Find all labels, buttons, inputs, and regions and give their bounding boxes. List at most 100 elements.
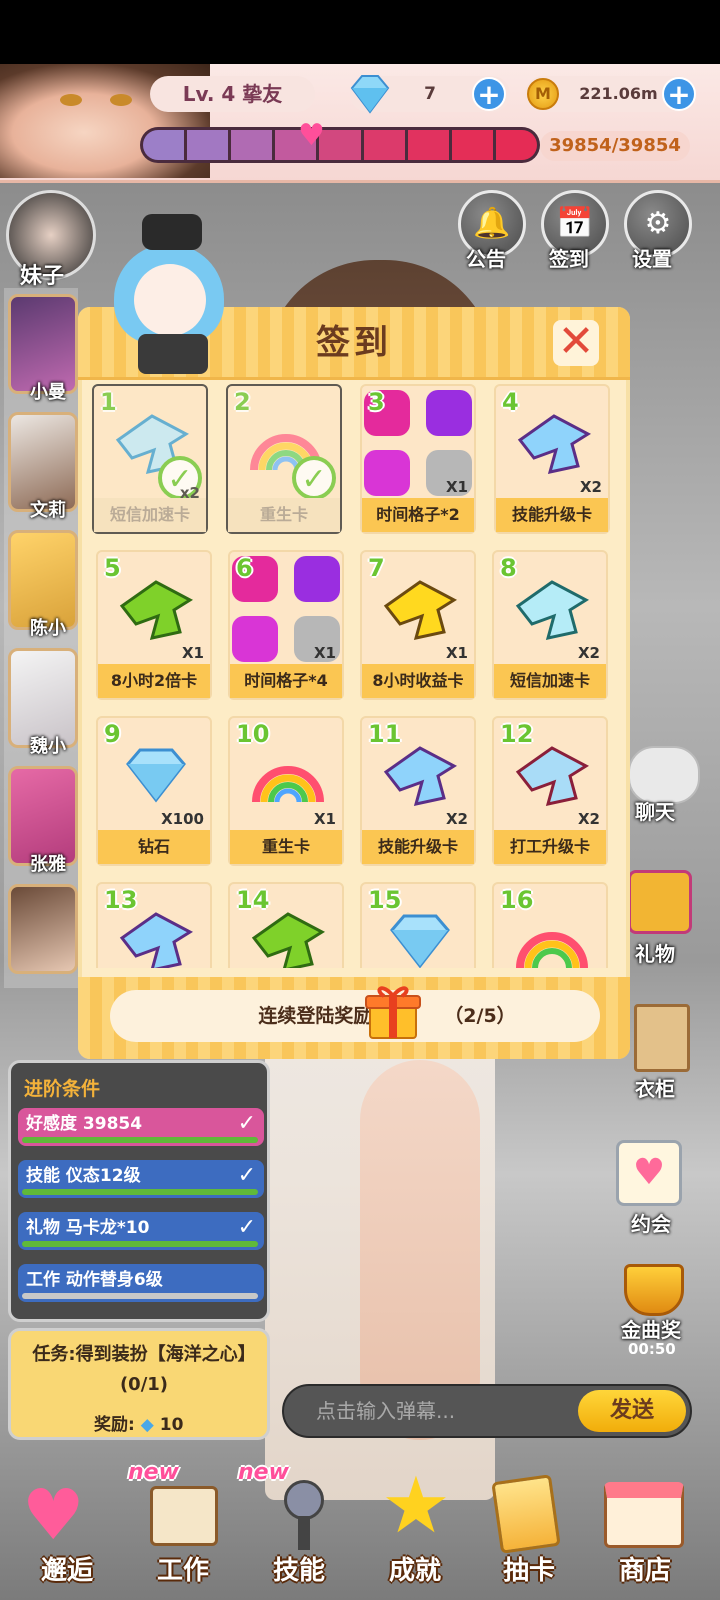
close-button[interactable]: ✕ — [553, 320, 599, 366]
nav-label: 抽卡 — [502, 1556, 555, 1586]
streak-reward-label: 连续登陆奖励: — [258, 1005, 380, 1027]
mascot-character — [104, 214, 234, 374]
checkin-day-15[interactable]: 15 — [360, 882, 476, 968]
double-income-card-icon — [119, 580, 194, 640]
add-gems-button[interactable]: + — [472, 77, 506, 111]
time-slot-icon — [426, 390, 472, 436]
affinity-value: 39854/39854 — [540, 131, 690, 161]
checkin-day-13[interactable]: 13 — [96, 882, 212, 968]
diamond-icon — [390, 914, 450, 968]
checkin-day-2[interactable]: 2 ✓ 重生卡 — [226, 384, 342, 534]
checkin-day-10[interactable]: 10 X1 重生卡 — [228, 716, 344, 866]
eye-icon — [110, 94, 132, 106]
nav-shop[interactable]: 商店 — [590, 1472, 700, 1586]
checkin-day-11[interactable]: 11 X2 技能升级卡 — [360, 716, 476, 866]
checkmark-icon: ✓ — [237, 1111, 256, 1136]
checkin-day-3[interactable]: 3 X1 时间格子*2 — [360, 384, 476, 534]
cards-icon — [491, 1474, 561, 1554]
reward-count: X1 — [313, 810, 336, 828]
nav-label: 邂逅 — [40, 1556, 93, 1586]
income-card-icon — [383, 580, 458, 640]
skill-upgrade-card-icon — [517, 414, 592, 474]
heart-icon: ♥ — [298, 118, 325, 153]
date-icon[interactable]: ♥ — [616, 1140, 682, 1206]
nav-skills[interactable]: new 技能 — [238, 1460, 354, 1586]
checkin-day-16[interactable]: 16 — [492, 882, 608, 968]
nav-label: 商店 — [618, 1556, 671, 1586]
rainbow-rebirth-card-icon — [252, 766, 324, 803]
date-label: 约会 — [631, 1212, 671, 1236]
character-card[interactable] — [8, 884, 78, 974]
notebook-icon — [150, 1486, 218, 1546]
reward-label: 技能升级卡 — [362, 830, 474, 864]
affinity-bar — [140, 127, 540, 163]
store-icon — [604, 1482, 684, 1548]
day-number: 6 — [236, 554, 253, 582]
double-income-card-icon — [251, 912, 326, 968]
reward-count: X1 — [313, 644, 336, 662]
day-number: 3 — [368, 388, 385, 416]
announcement-label: 公告 — [466, 247, 506, 271]
checkin-day-8[interactable]: 8 X2 短信加速卡 — [492, 550, 608, 700]
nav-label: 技能 — [272, 1556, 325, 1586]
time-slot-icon — [294, 556, 340, 602]
checkin-day-14[interactable]: 14 — [228, 882, 344, 968]
gem-count: 7 — [424, 84, 436, 104]
checkin-day-6[interactable]: 6 X1 时间格子*4 — [228, 550, 344, 700]
checkin-day-1[interactable]: 1 ✓ x2 短信加速卡 — [92, 384, 208, 534]
reward-label: 重生卡 — [230, 830, 342, 864]
checkin-grid: 1 ✓ x2 短信加速卡 2 ✓ 重生卡 3 X1 时间格子*2 4 X2 技能… — [92, 380, 616, 968]
condition-progress — [22, 1293, 258, 1299]
condition-text: 礼物 马卡龙*10 — [26, 1218, 150, 1238]
checkmark-icon: ✓ — [292, 456, 336, 500]
reward-label: 技能升级卡 — [496, 498, 608, 532]
condition-gift: 礼物 马卡龙*10 ✓ — [18, 1212, 264, 1250]
trophy-icon[interactable] — [624, 1264, 684, 1316]
condition-progress — [22, 1241, 258, 1247]
checkin-day-5[interactable]: 5 X1 8小时2倍卡 — [96, 550, 212, 700]
skill-upgrade-card-icon — [119, 912, 194, 968]
diamond-icon: ◆ — [140, 1415, 154, 1435]
checkin-day-7[interactable]: 7 X1 8小时收益卡 — [360, 550, 476, 700]
wardrobe-label: 衣柜 — [635, 1077, 675, 1101]
golden-song-award-label: 金曲奖 — [621, 1318, 681, 1342]
nav-work[interactable]: new 工作 — [128, 1460, 238, 1586]
reward-count: X2 — [577, 810, 600, 828]
reward-count: X2 — [445, 810, 468, 828]
bullet-chat-placeholder: 点击输入弹幕... — [316, 1399, 456, 1423]
reward-label: 打工升级卡 — [494, 830, 606, 864]
gift-box-icon[interactable] — [362, 980, 424, 1042]
add-coins-button[interactable]: + — [662, 77, 696, 111]
reward-label: 8小时收益卡 — [362, 664, 474, 698]
eye-icon — [60, 94, 82, 106]
reward-label: 时间格子*2 — [362, 498, 474, 532]
reward-count: X2 — [577, 644, 600, 662]
gift-icon[interactable] — [628, 870, 692, 934]
condition-text: 好感度 39854 — [26, 1114, 143, 1134]
condition-skill: 技能 仪态12级 ✓ — [18, 1160, 264, 1198]
advancement-title: 进阶条件 — [24, 1078, 101, 1100]
wardrobe-icon[interactable] — [634, 1004, 690, 1072]
nav-achievements[interactable]: ★ 成就 — [360, 1466, 470, 1586]
task-reward-value: 10 — [159, 1415, 184, 1435]
reward-label: 钻石 — [98, 830, 210, 864]
send-button[interactable]: 发送 — [578, 1390, 686, 1432]
nav-label: 成就 — [388, 1556, 441, 1586]
skill-upgrade-card-icon — [383, 746, 458, 806]
reward-count: X100 — [161, 810, 204, 828]
reward-label: 重生卡 — [228, 498, 340, 532]
microphone-handle — [298, 1516, 310, 1550]
checkin-day-4[interactable]: 4 X2 技能升级卡 — [494, 384, 610, 534]
condition-affinity: 好感度 39854 ✓ — [18, 1108, 264, 1146]
nav-encounter[interactable]: ♥ 邂逅 — [12, 1472, 122, 1586]
task-reward-label: 奖励: — [94, 1415, 135, 1435]
reward-count: X1 — [445, 478, 468, 496]
sms-speedup-card-icon — [515, 580, 590, 640]
new-badge: new — [238, 1460, 289, 1485]
checkin-day-12[interactable]: 12 X2 打工升级卡 — [492, 716, 608, 866]
nav-gacha[interactable]: 抽卡 — [474, 1472, 584, 1586]
condition-text: 技能 仪态12级 — [26, 1166, 141, 1186]
work-upgrade-card-icon — [515, 746, 590, 806]
level-badge: Lv. 4 挚友 — [150, 76, 315, 112]
checkin-day-9[interactable]: 9 X100 钻石 — [96, 716, 212, 866]
